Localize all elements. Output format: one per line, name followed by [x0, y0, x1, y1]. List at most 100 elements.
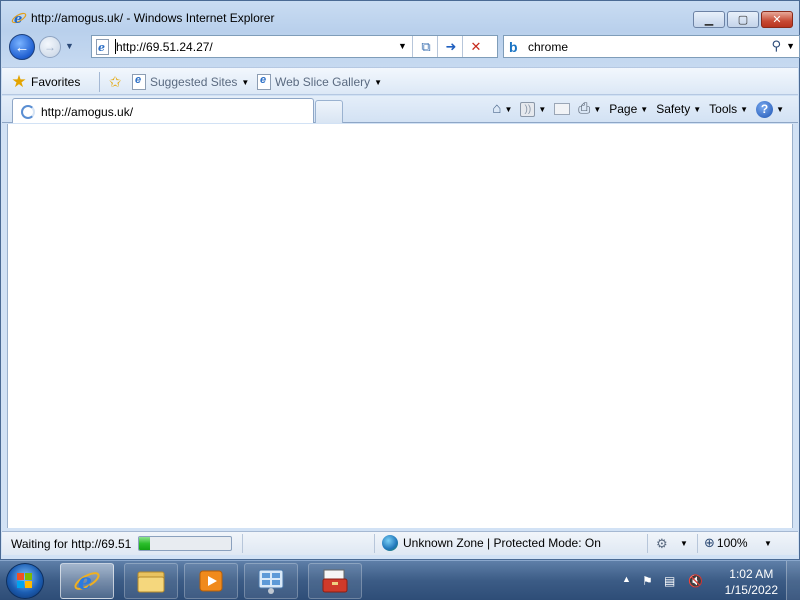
- toolbox-icon: [322, 569, 348, 593]
- divider: [412, 36, 413, 57]
- clock[interactable]: 1:02 AM 1/15/2022: [725, 566, 778, 598]
- address-dropdown-icon[interactable]: ▼: [398, 41, 407, 51]
- forward-arrow-icon: →: [44, 40, 56, 54]
- clock-time: 1:02 AM: [729, 567, 774, 581]
- compatibility-view-icon[interactable]: ⧉: [414, 36, 438, 57]
- suggested-sites-link[interactable]: Suggested Sites ▼: [132, 73, 249, 91]
- bing-icon: b: [509, 39, 518, 55]
- chevron-down-icon[interactable]: ▼: [680, 539, 688, 548]
- back-arrow-icon: ←: [14, 38, 30, 56]
- forward-button[interactable]: →: [39, 36, 61, 58]
- page-icon: [257, 74, 271, 90]
- tools-menu-label: Tools: [709, 102, 738, 116]
- maximize-button[interactable]: ▢: [727, 11, 759, 28]
- search-input[interactable]: chrome: [528, 40, 568, 54]
- feeds-button[interactable]: )) ▼: [520, 101, 546, 117]
- divider: [697, 534, 698, 553]
- favorites-star-icon: ★: [11, 72, 27, 91]
- read-mail-button[interactable]: [554, 103, 571, 115]
- folder-icon: [137, 571, 165, 593]
- loading-progress-bar: [138, 536, 232, 551]
- web-slice-gallery-link[interactable]: Web Slice Gallery ▼: [257, 73, 382, 91]
- action-center-flag-icon[interactable]: ⚑: [642, 574, 653, 588]
- page-menu-label: Page: [609, 102, 638, 116]
- help-icon: ?: [756, 100, 774, 118]
- zoom-label: 100%: [716, 536, 748, 550]
- progress-fill: [139, 537, 151, 550]
- svg-text:e: e: [14, 12, 22, 26]
- divider: [437, 36, 438, 57]
- taskbar-internet-explorer[interactable]: e: [60, 563, 114, 599]
- page-content[interactable]: [7, 124, 793, 528]
- search-options-dropdown-icon[interactable]: ▼: [786, 41, 795, 51]
- network-settings-icon: [258, 569, 284, 594]
- add-to-favorites-icon[interactable]: ✩: [106, 73, 124, 91]
- close-icon: ✕: [772, 14, 782, 26]
- go-arrow-icon[interactable]: ➜: [439, 36, 463, 57]
- divider: [462, 36, 463, 57]
- page-icon: [132, 74, 146, 90]
- chevron-down-icon: ▼: [593, 104, 602, 114]
- tab-label: http://amogus.uk/: [41, 105, 134, 119]
- window-title: http://amogus.uk/ - Windows Internet Exp…: [31, 11, 275, 25]
- title-bar[interactable]: e http://amogus.uk/ - Windows Internet E…: [1, 1, 799, 33]
- favorites-bar: ★ Favorites ✩ Suggested Sites ▼ Web Slic…: [2, 67, 798, 95]
- tab-row: http://amogus.uk/ ⌂ ▼ )) ▼ ⎙ ▼ Page ▼ Sa…: [2, 96, 798, 123]
- system-tray: ▲ ⚑ ▤ 🔇 1:02 AM 1/15/2022: [600, 561, 800, 600]
- web-slice-gallery-label: Web Slice Gallery: [275, 75, 371, 89]
- search-box[interactable]: b chrome ⚲ ▼: [503, 35, 800, 58]
- security-zone[interactable]: Unknown Zone | Protected Mode: On: [382, 535, 601, 551]
- zoom-level[interactable]: ⊕ 100%: [704, 535, 748, 551]
- minimize-icon: ▁: [704, 14, 714, 26]
- show-desktop-button[interactable]: [786, 561, 800, 600]
- zoom-dropdown-icon[interactable]: ▼: [764, 539, 772, 548]
- help-button[interactable]: ? ▼: [756, 100, 784, 118]
- tab-amogus[interactable]: http://amogus.uk/: [12, 98, 314, 123]
- chevron-down-icon: ▼: [740, 104, 749, 114]
- command-bar: ⌂ ▼ )) ▼ ⎙ ▼ Page ▼ Safety ▼ Tools ▼ ? ▼: [484, 98, 784, 120]
- taskbar-media-player[interactable]: [184, 563, 238, 599]
- taskbar: e ▲ ⚑ ▤ 🔇 1:02 AM 1/15/2022: [0, 560, 800, 600]
- chevron-down-icon: ▼: [776, 104, 784, 114]
- mail-icon: [554, 103, 571, 115]
- tools-menu[interactable]: Tools ▼: [709, 102, 748, 116]
- chevron-down-icon: ▼: [504, 104, 513, 114]
- back-button[interactable]: ←: [9, 34, 35, 60]
- protected-mode-icon[interactable]: ⚙: [656, 536, 668, 552]
- home-button[interactable]: ⌂ ▼: [492, 101, 512, 117]
- clock-date: 1/15/2022: [724, 583, 778, 597]
- globe-icon: [382, 535, 398, 551]
- printer-icon: ⎙: [578, 100, 591, 117]
- taskbar-network-app[interactable]: [244, 563, 298, 599]
- address-input[interactable]: http://69.51.24.27/: [116, 40, 213, 54]
- home-icon: ⌂: [492, 100, 502, 117]
- chevron-down-icon: ▼: [374, 77, 383, 87]
- favorites-button[interactable]: ★ Favorites: [10, 72, 80, 92]
- print-button[interactable]: ⎙ ▼: [578, 101, 601, 117]
- status-bar: Waiting for http://69.51 Unknown Zone | …: [2, 531, 798, 555]
- safety-menu[interactable]: Safety ▼: [656, 102, 701, 116]
- rss-icon: )): [520, 101, 536, 117]
- loading-icon: [21, 105, 35, 119]
- stop-icon[interactable]: ✕: [464, 36, 488, 57]
- status-text: Waiting for http://69.51: [11, 537, 132, 551]
- page-icon: e: [96, 39, 109, 55]
- start-button[interactable]: [6, 563, 44, 599]
- taskbar-windows-explorer[interactable]: [124, 563, 178, 599]
- minimize-button[interactable]: ▁: [693, 11, 725, 28]
- chevron-down-icon: ▼: [640, 104, 649, 114]
- close-button[interactable]: ✕: [761, 11, 793, 28]
- volume-muted-icon[interactable]: 🔇: [688, 574, 703, 588]
- network-icon[interactable]: ▤: [664, 574, 675, 588]
- maximize-icon: ▢: [737, 14, 749, 26]
- divider: [99, 72, 100, 92]
- address-bar[interactable]: e http://69.51.24.27/ ▼ ⧉ ➜ ✕: [91, 35, 498, 58]
- divider: [242, 534, 243, 553]
- recent-pages-dropdown-icon[interactable]: ▼: [65, 41, 74, 51]
- new-tab-button[interactable]: [315, 100, 343, 123]
- ie-icon: e: [11, 12, 27, 26]
- search-icon[interactable]: ⚲: [771, 38, 781, 54]
- show-hidden-icons-icon[interactable]: ▲: [622, 574, 631, 584]
- page-menu[interactable]: Page ▼: [609, 102, 648, 116]
- taskbar-toolbox-app[interactable]: [308, 563, 362, 599]
